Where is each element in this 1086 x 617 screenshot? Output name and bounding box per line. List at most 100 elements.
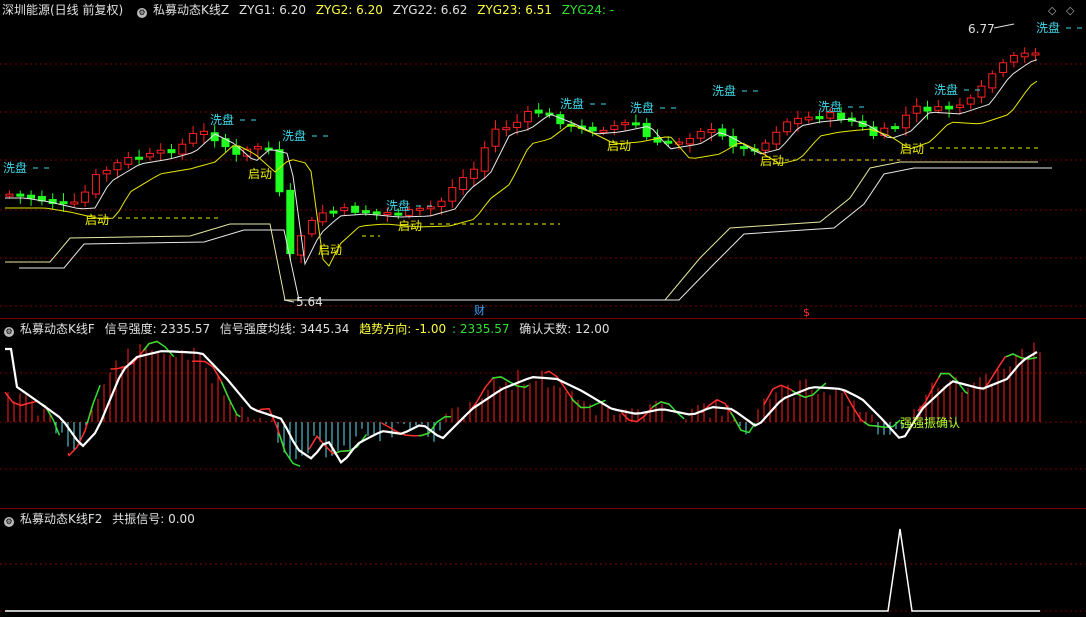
wash-label: 洗盘	[1036, 20, 1060, 35]
candle	[534, 109, 543, 114]
candle	[966, 97, 975, 105]
candle	[642, 122, 651, 138]
expand-diamond-icon[interactable]: ◇	[1048, 4, 1056, 17]
candle	[761, 142, 770, 151]
signal-panel[interactable]: 强强振确认 ⚙ 私募动态K线F 信号强度: 2335.57 信号强度均线: 344…	[0, 319, 1086, 508]
candle	[70, 201, 79, 205]
candle	[253, 146, 262, 150]
support-line	[19, 167, 1052, 301]
low-price-label: 5.64	[296, 295, 323, 309]
price-panel[interactable]: 洗盘 洗盘 洗盘 洗盘 洗盘 洗盘 洗盘 洗盘 洗盘 洗盘 启动 启动 启动 启动 启动 启动 启动 6.77 5.…	[0, 0, 1086, 318]
candle	[523, 111, 532, 123]
candle	[113, 162, 122, 171]
candle	[707, 129, 716, 133]
candle	[189, 132, 198, 144]
zyg24-value: ZYG24: -	[561, 3, 615, 17]
signal-ma-line	[5, 347, 1038, 464]
candle	[923, 106, 932, 112]
wash-label: 洗盘	[630, 100, 654, 115]
candle	[415, 207, 424, 211]
start-label: 启动	[85, 213, 109, 227]
wash-label: 洗盘	[934, 82, 958, 97]
candle	[912, 105, 921, 114]
candle	[588, 126, 597, 132]
candle	[167, 149, 176, 154]
wash-label: 洗盘	[3, 160, 27, 175]
trend-direction-value: 趋势方向: -1.00	[359, 322, 447, 336]
settings-circle-icon[interactable]: ⚙	[4, 517, 14, 527]
candle	[804, 116, 813, 121]
settings-circle-icon[interactable]: ⚙	[4, 327, 14, 337]
settings-circle-icon[interactable]: ⚙	[137, 8, 148, 18]
resonance-value: 共振信号: 0.00	[112, 512, 195, 526]
candle	[124, 157, 133, 165]
candle	[329, 210, 338, 214]
resonance-confirm-label: 强强振确认	[900, 416, 960, 430]
candle	[977, 85, 986, 98]
resonance-panel[interactable]: ⚙ 私募动态K线F2 共振信号: 0.00	[0, 509, 1086, 617]
resonance-indicator-name[interactable]: 私募动态K线F2	[20, 512, 102, 526]
resonance-signal-line	[5, 528, 1040, 612]
ma-yellow-line	[5, 80, 1038, 267]
high-price-arrow	[993, 23, 1015, 29]
price-chart[interactable]: 洗盘洗盘洗盘洗盘洗盘 洗盘洗盘洗盘洗盘洗盘启动启动启动启动启动启动启动6.775.…	[0, 0, 1086, 318]
candle	[199, 130, 208, 136]
candle	[351, 205, 360, 213]
signal-chart[interactable]: 强强振确认	[0, 319, 1086, 508]
candle	[1009, 55, 1018, 63]
candle	[394, 212, 403, 216]
candle	[934, 106, 943, 111]
candle	[988, 73, 997, 89]
signal-ma-value: 信号强度均线: 3445.34	[219, 322, 350, 336]
candle	[837, 112, 846, 121]
candle	[513, 121, 522, 128]
candle	[426, 206, 435, 210]
candle	[178, 143, 187, 155]
candle	[610, 125, 619, 130]
zyg1-value: ZYG1: 6.20	[238, 3, 306, 17]
candle	[318, 212, 327, 223]
candle	[783, 121, 792, 133]
zyg23-value: ZYG23: 6.51	[477, 3, 552, 17]
candle	[459, 177, 468, 190]
candle	[999, 62, 1008, 73]
signal-indicator-name[interactable]: 私募动态K线F	[20, 322, 95, 336]
candle	[59, 201, 68, 205]
close-diamond-icon[interactable]: ◇	[1066, 4, 1074, 17]
zyg22-value: ZYG22: 6.62	[392, 3, 468, 17]
candle	[1020, 52, 1029, 58]
stock-name[interactable]: 深圳能源(日线 前复权)	[2, 3, 123, 17]
resonance-panel-header: ⚙ 私募动态K线F2 共振信号: 0.00	[0, 509, 201, 529]
candle	[91, 174, 100, 195]
signal-strength-value: 信号强度: 2335.57	[104, 322, 211, 336]
wash-label: 洗盘	[712, 83, 736, 98]
candle	[448, 187, 457, 202]
confirm-days-value: 确认天数: 12.00	[519, 322, 610, 336]
price-panel-header: 深圳能源(日线 前复权) ⚙ 私募动态K线Z ZYG1: 6.20 ZYG2: 6…	[0, 0, 620, 20]
finance-marker: 财	[474, 303, 485, 317]
candle	[1031, 52, 1040, 56]
zyg2-value: ZYG2: 6.20	[315, 3, 383, 17]
candle	[631, 122, 640, 126]
candle	[307, 219, 316, 235]
candle	[372, 211, 381, 215]
candle	[621, 122, 630, 126]
candle	[156, 149, 165, 154]
candle	[480, 147, 489, 172]
dividend-marker: $	[803, 306, 810, 318]
candle	[891, 126, 900, 130]
candle	[469, 168, 478, 179]
candle	[793, 117, 802, 125]
signal-red-line	[4, 340, 1038, 468]
signal-green-line	[4, 340, 1038, 468]
wash-label: 洗盘	[210, 112, 234, 127]
start-label: 启动	[900, 142, 924, 156]
price-indicator-name[interactable]: 私募动态K线Z	[153, 3, 229, 17]
wash-label: 洗盘	[560, 96, 584, 111]
candle	[361, 210, 370, 214]
candle	[286, 189, 295, 255]
wash-label: 洗盘	[818, 99, 842, 114]
candle	[901, 114, 910, 129]
start-label: 启动	[607, 139, 631, 153]
candle	[685, 137, 694, 145]
